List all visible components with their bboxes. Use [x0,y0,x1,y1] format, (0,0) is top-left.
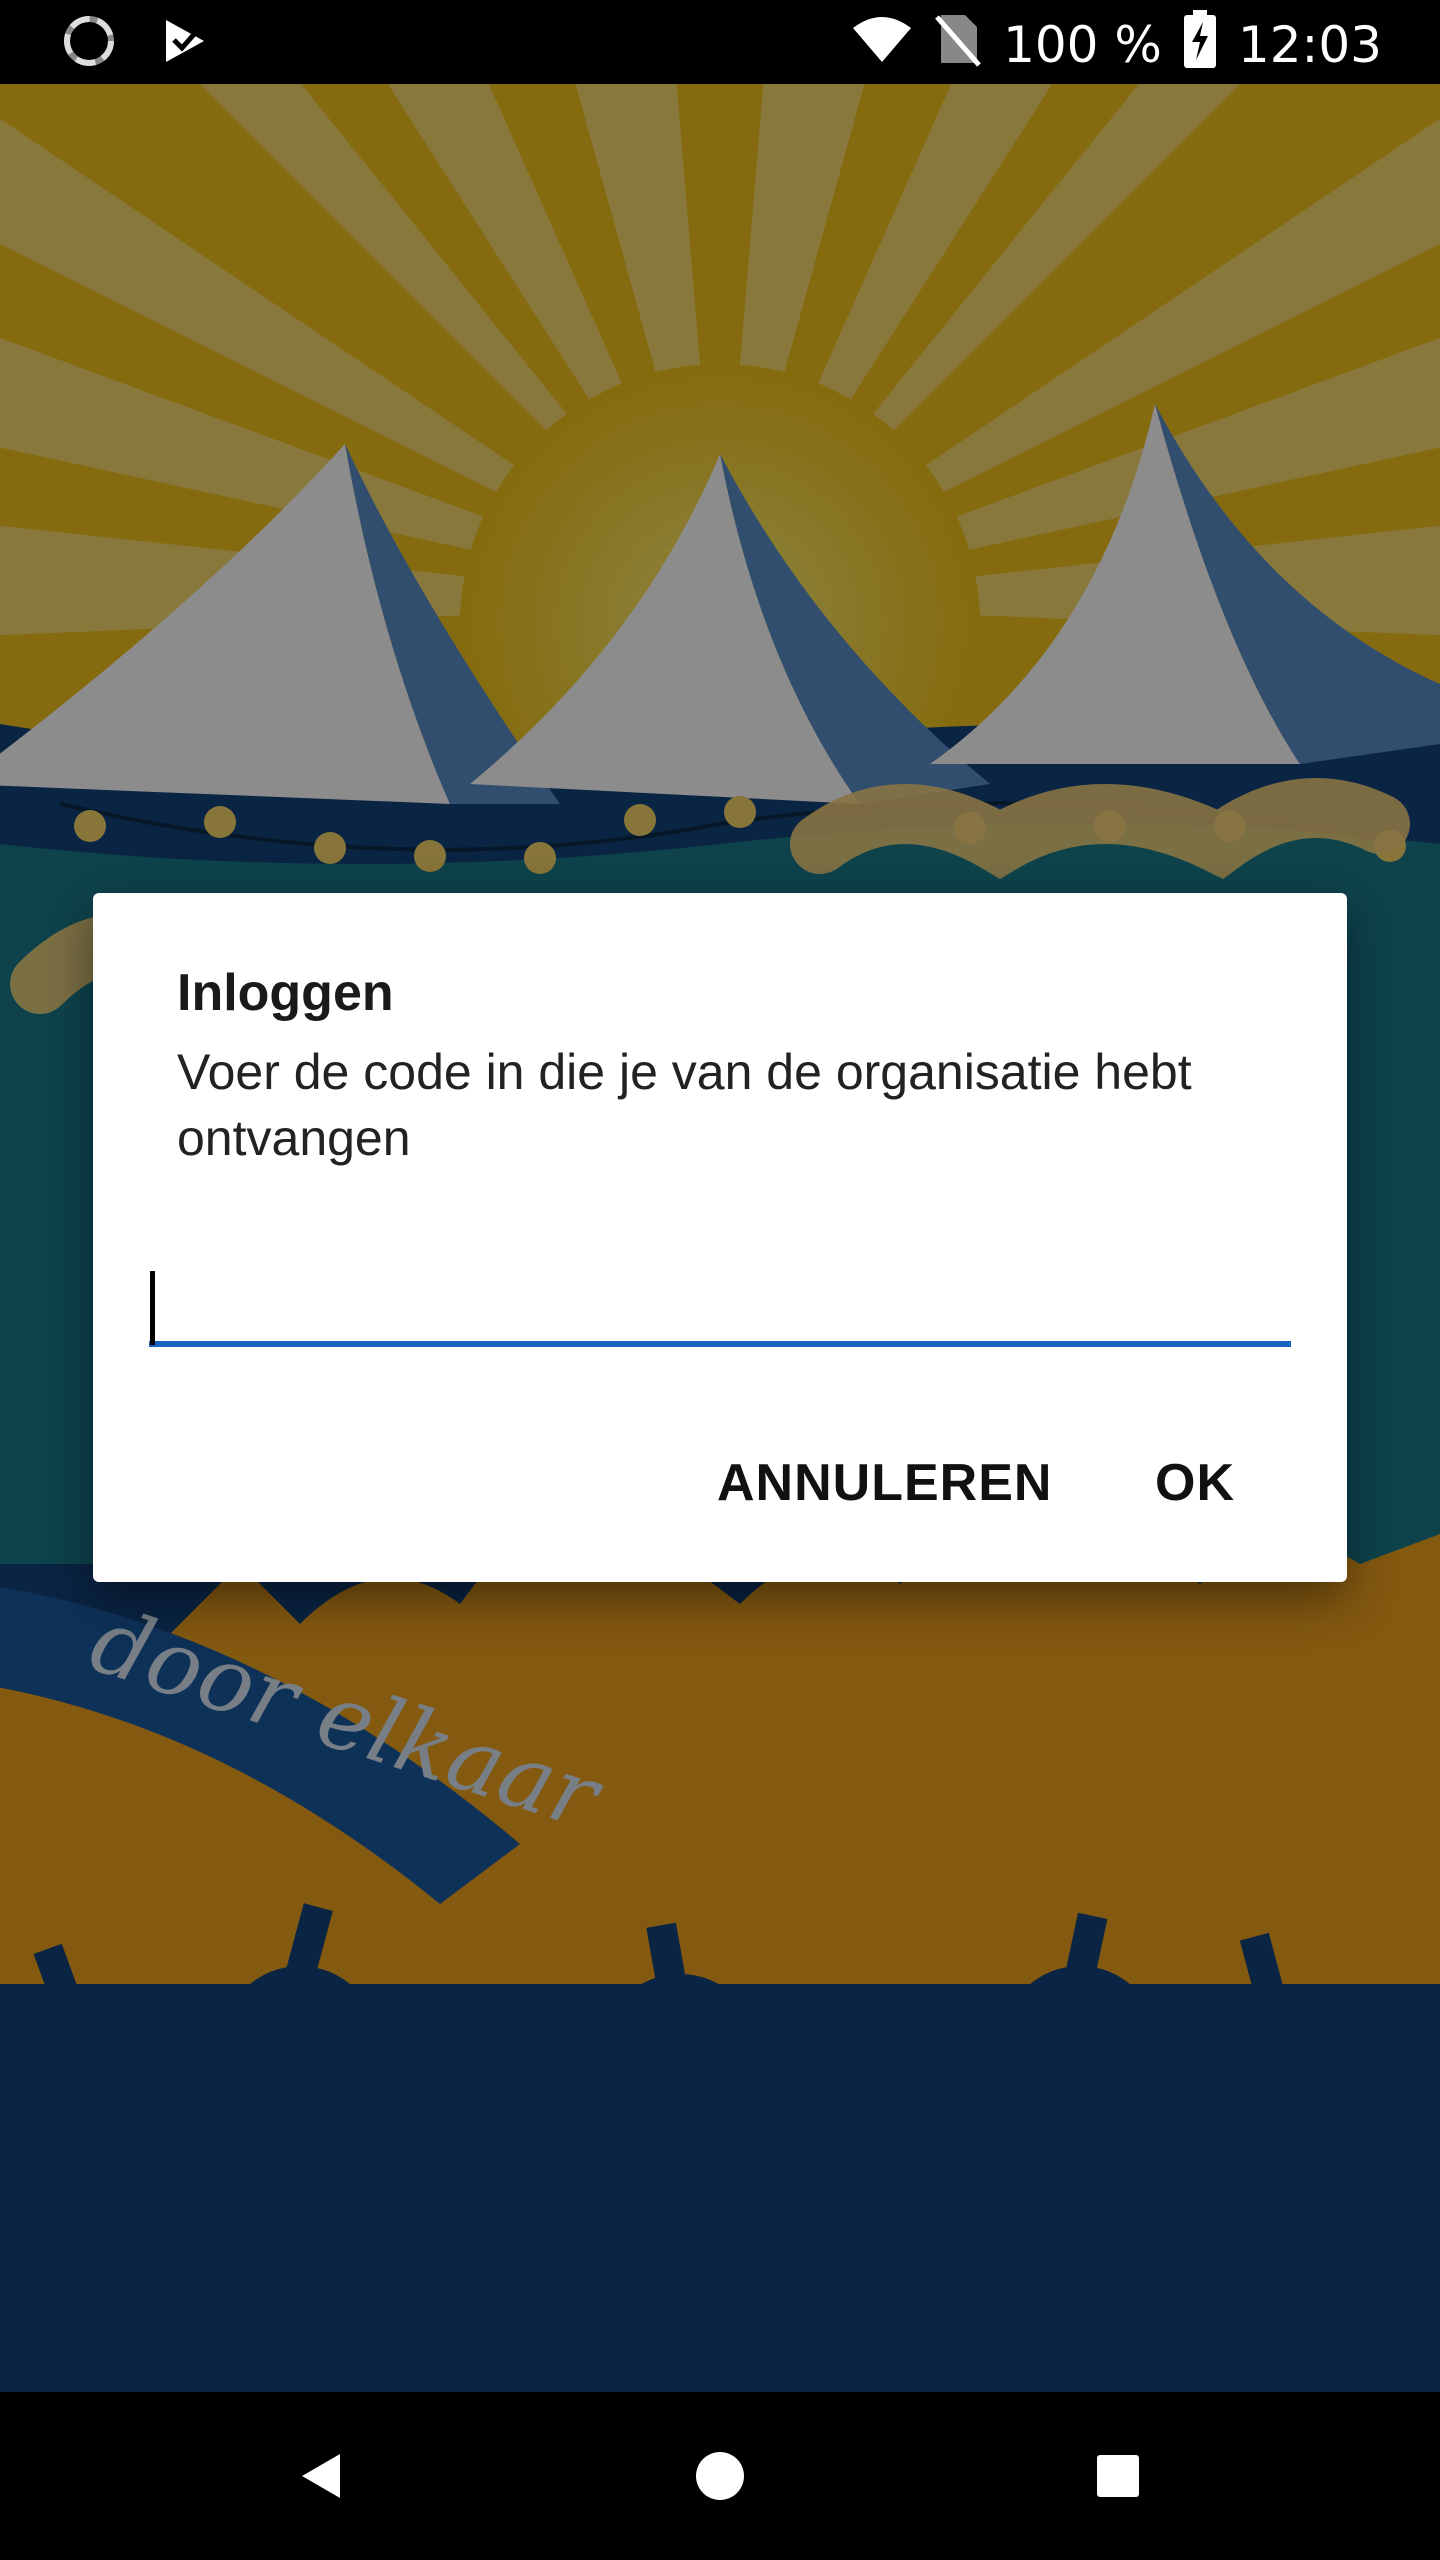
home-icon[interactable] [680,2436,760,2516]
navigation-bar [0,2392,1440,2560]
loading-spinner-icon [62,14,116,73]
wifi-icon [851,14,913,76]
battery-charging-icon [1183,10,1216,80]
no-sim-icon [935,11,981,79]
recents-icon[interactable] [1078,2436,1158,2516]
status-bar: 100 % 12:03 [0,0,1440,84]
back-icon[interactable] [282,2436,362,2516]
check-flag-icon [160,16,210,71]
dialog-message: Voer de code in die je van de organisati… [177,1044,1192,1166]
login-dialog: Inloggen Voer de code in die je van de o… [93,893,1347,1582]
cancel-button[interactable]: ANNULEREN [697,1433,1072,1533]
dialog-title: Inloggen [177,964,394,1022]
status-right: 100 % 12:03 [851,10,1382,80]
battery-percent: 100 % [1003,16,1162,74]
screen: 100 % 12:03 door elkaar Inloggen Voer de… [0,0,1440,2560]
code-input[interactable] [149,1257,1291,1347]
ok-button[interactable]: OK [1135,1433,1255,1533]
status-left [62,14,210,73]
clock: 12:03 [1237,16,1382,74]
text-caret [150,1271,155,1345]
